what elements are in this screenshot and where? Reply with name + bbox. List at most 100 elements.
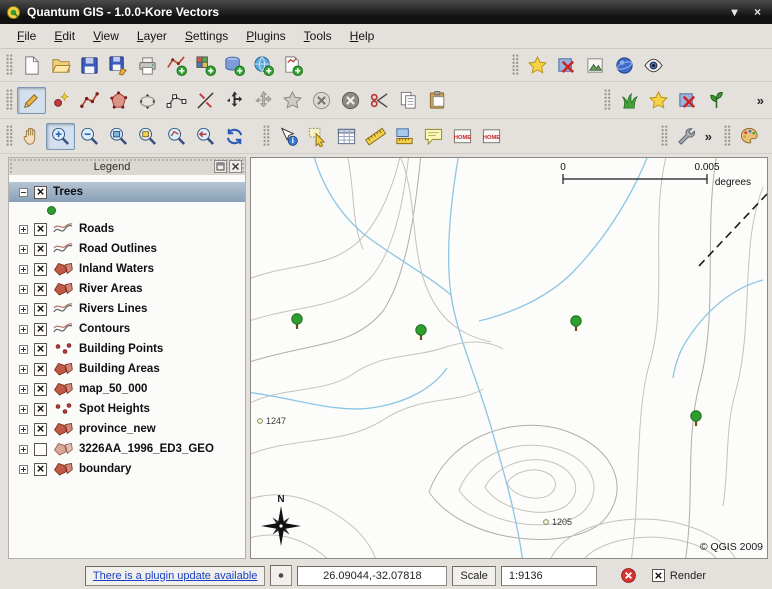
- expand-icon[interactable]: [19, 385, 28, 394]
- dock-panel-icon[interactable]: [214, 160, 227, 173]
- legend-item-map-50-000[interactable]: map_50_000: [9, 379, 245, 399]
- toolbar-grip[interactable]: [263, 125, 270, 147]
- layer-checkbox[interactable]: [34, 223, 47, 236]
- menu-view[interactable]: View: [84, 26, 128, 46]
- toolbar-grip[interactable]: [661, 125, 668, 147]
- plugin-update-box[interactable]: There is a plugin update available: [85, 566, 266, 586]
- add-postgis-layer-button[interactable]: [220, 52, 249, 79]
- layer-checkbox[interactable]: [34, 263, 47, 276]
- node-tool-button[interactable]: [162, 87, 191, 114]
- render-toggle[interactable]: Render: [645, 566, 713, 586]
- add-raster-layer-button[interactable]: [191, 52, 220, 79]
- capture-point-button[interactable]: [46, 87, 75, 114]
- toolbar-grip[interactable]: [6, 89, 13, 111]
- zoom-in-button[interactable]: [46, 123, 75, 150]
- render-checkbox[interactable]: [652, 569, 665, 582]
- legend-item-spot-heights[interactable]: Spot Heights: [9, 399, 245, 419]
- home-bookmark-button[interactable]: HOME: [477, 123, 506, 150]
- legend-item-boundary[interactable]: boundary: [9, 459, 245, 479]
- identify-features-button[interactable]: [274, 123, 303, 150]
- expand-icon[interactable]: [19, 325, 28, 334]
- expand-icon[interactable]: [19, 425, 28, 434]
- expand-icon[interactable]: [19, 305, 28, 314]
- print-composer-button[interactable]: [133, 52, 162, 79]
- layer-checkbox[interactable]: [34, 423, 47, 436]
- new-project-button[interactable]: [17, 52, 46, 79]
- expand-icon[interactable]: [19, 225, 28, 234]
- menu-edit[interactable]: Edit: [45, 26, 84, 46]
- move-vertex-button[interactable]: [220, 87, 249, 114]
- move-selection-button[interactable]: [249, 87, 278, 114]
- options-wrench-button[interactable]: [672, 123, 701, 150]
- expand-icon[interactable]: [19, 285, 28, 294]
- toggle-editing-button[interactable]: [17, 87, 46, 114]
- map-canvas[interactable]: 1247 1205 N 0 0.005 degrees: [250, 157, 768, 559]
- collapse-icon[interactable]: [19, 188, 28, 197]
- menu-help[interactable]: Help: [341, 26, 384, 46]
- eye-icon[interactable]: [639, 52, 668, 79]
- layer-checkbox[interactable]: [34, 323, 47, 336]
- menu-tools[interactable]: Tools: [295, 26, 341, 46]
- menu-layer[interactable]: Layer: [128, 26, 176, 46]
- bookmark-star-button[interactable]: [523, 52, 552, 79]
- layer-checkbox[interactable]: [34, 443, 47, 456]
- zoom-out-button[interactable]: [75, 123, 104, 150]
- zoom-last-button[interactable]: [191, 123, 220, 150]
- zoom-to-selection-button[interactable]: [133, 123, 162, 150]
- legend-item-road-outlines[interactable]: Road Outlines: [9, 239, 245, 259]
- bookmark-star-button[interactable]: [644, 87, 673, 114]
- legend-header[interactable]: Legend: [9, 158, 245, 175]
- save-project-as-button[interactable]: [104, 52, 133, 79]
- world-sphere-icon[interactable]: [610, 52, 639, 79]
- legend-item-inland-waters[interactable]: Inland Waters: [9, 259, 245, 279]
- refresh-map-button[interactable]: [220, 123, 249, 150]
- layer-checkbox[interactable]: [34, 403, 47, 416]
- expand-icon[interactable]: [19, 265, 28, 274]
- open-attribute-table-button[interactable]: [332, 123, 361, 150]
- legend-item-building-areas[interactable]: Building Areas: [9, 359, 245, 379]
- expand-icon[interactable]: [19, 365, 28, 374]
- zoom-full-button[interactable]: [104, 123, 133, 150]
- home-bookmark-button[interactable]: HOME: [448, 123, 477, 150]
- new-vector-layer-button[interactable]: [278, 52, 307, 79]
- layer-checkbox[interactable]: [34, 383, 47, 396]
- legend-item-rivers-lines[interactable]: Rivers Lines: [9, 299, 245, 319]
- expand-icon[interactable]: [19, 405, 28, 414]
- add-vector-layer-button[interactable]: [162, 52, 191, 79]
- scale-input[interactable]: 1:9136: [501, 566, 597, 586]
- layer-checkbox[interactable]: [34, 303, 47, 316]
- legend-item-province-new[interactable]: province_new: [9, 419, 245, 439]
- toolbar-grip[interactable]: [724, 125, 731, 147]
- capture-line-button[interactable]: [75, 87, 104, 114]
- plugin-update-link[interactable]: There is a plugin update available: [93, 570, 258, 582]
- toolbar-grip[interactable]: [6, 54, 13, 76]
- layer-checkbox[interactable]: [34, 243, 47, 256]
- copy-features-button[interactable]: [394, 87, 423, 114]
- remove-layer-button[interactable]: [552, 52, 581, 79]
- select-features-button[interactable]: [303, 123, 332, 150]
- titlebar[interactable]: Quantum GIS - 1.0.0-Kore Vectors ▾ ×: [0, 0, 772, 24]
- plugin-manager-button[interactable]: [270, 565, 292, 586]
- expand-icon[interactable]: [19, 465, 28, 474]
- legend-item-contours[interactable]: Contours: [9, 319, 245, 339]
- plant-plugin-button[interactable]: [702, 87, 731, 114]
- delete-selected-button[interactable]: [336, 87, 365, 114]
- legend-item-river-areas[interactable]: River Areas: [9, 279, 245, 299]
- toolbar-overflow-icon[interactable]: »: [753, 93, 768, 108]
- open-project-button[interactable]: [46, 52, 75, 79]
- close-button[interactable]: ×: [749, 4, 766, 21]
- legend-item-trees[interactable]: Trees: [9, 182, 245, 202]
- layer-checkbox[interactable]: [34, 186, 47, 199]
- remove-red-x-button[interactable]: [673, 87, 702, 114]
- menu-plugins[interactable]: Plugins: [237, 26, 294, 46]
- menu-file[interactable]: File: [8, 26, 45, 46]
- expand-icon[interactable]: [19, 445, 28, 454]
- grass-plugin-button[interactable]: [615, 87, 644, 114]
- layer-checkbox[interactable]: [34, 343, 47, 356]
- expand-icon[interactable]: [19, 345, 28, 354]
- zoom-to-layer-button[interactable]: [162, 123, 191, 150]
- toolbar-overflow-icon[interactable]: »: [701, 129, 716, 144]
- save-project-button[interactable]: [75, 52, 104, 79]
- measure-area-button[interactable]: [390, 123, 419, 150]
- layer-checkbox[interactable]: [34, 283, 47, 296]
